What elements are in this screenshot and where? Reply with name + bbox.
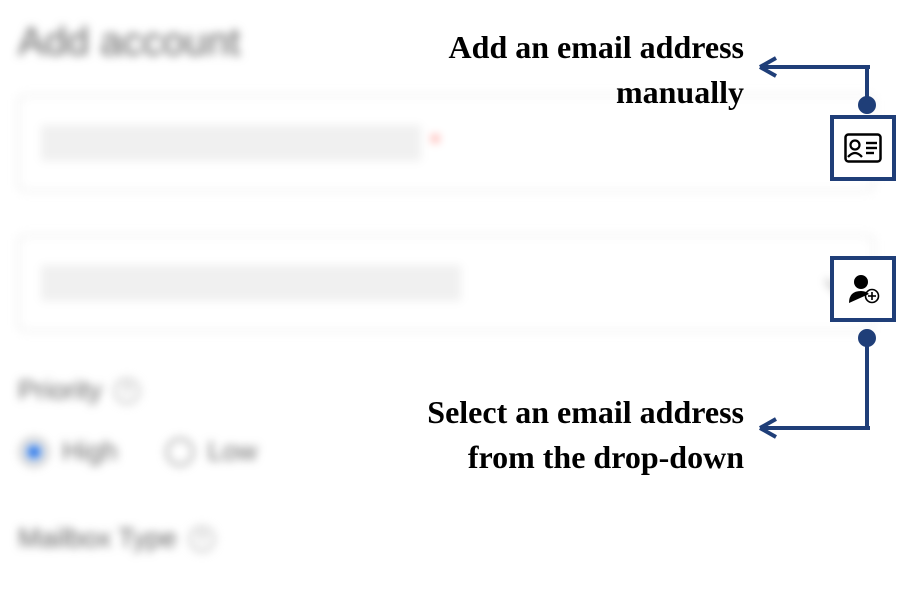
radio-selected-icon — [20, 438, 48, 466]
annotation-dropdown-text: Select an email address from the drop-do… — [284, 390, 744, 480]
dropdown-selected-placeholder — [41, 265, 461, 301]
mailbox-type-label-row: Mailbox Type ? — [18, 523, 874, 554]
mailbox-type-label: Mailbox Type — [18, 523, 177, 554]
email-input-placeholder — [41, 125, 421, 161]
priority-high-label: High — [62, 436, 118, 467]
priority-help-icon[interactable]: ? — [114, 378, 140, 404]
annotation-manual-text: Add an email address manually — [314, 25, 744, 115]
dropdown-email-button[interactable] — [830, 256, 896, 322]
priority-low-option[interactable]: Low — [166, 436, 258, 467]
priority-high-option[interactable]: High — [20, 436, 118, 467]
priority-low-label: Low — [208, 436, 258, 467]
required-mark: * — [431, 132, 440, 154]
dropdown-row — [18, 235, 874, 331]
annotation-manual-line1: Add an email address — [314, 25, 744, 70]
mailbox-type-help-icon[interactable]: ? — [189, 526, 215, 552]
annotation-dropdown-line2: from the drop-down — [284, 435, 744, 480]
person-add-icon — [845, 271, 881, 307]
manual-email-button[interactable] — [830, 115, 896, 181]
priority-label: Priority — [18, 375, 102, 406]
id-card-icon — [844, 133, 882, 163]
email-dropdown[interactable] — [18, 235, 874, 331]
annotation-dropdown-line1: Select an email address — [284, 390, 744, 435]
annotation-manual-line2: manually — [314, 70, 744, 115]
radio-unselected-icon — [166, 438, 194, 466]
